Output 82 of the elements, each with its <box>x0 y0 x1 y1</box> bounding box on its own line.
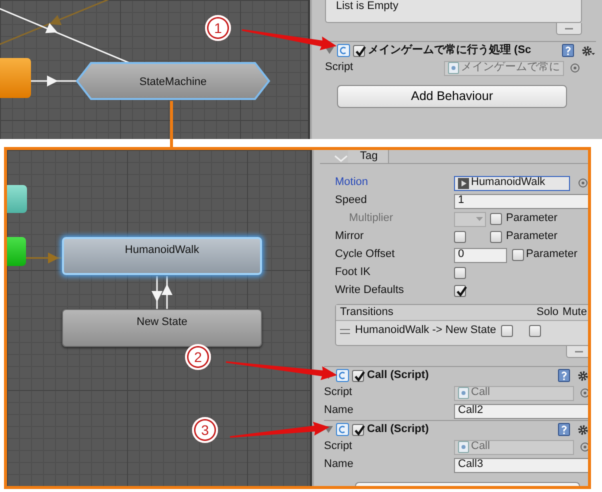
list-header: Transitions <box>340 306 394 320</box>
checkbox[interactable] <box>353 44 365 56</box>
motion-field[interactable]: HumanoidWalk <box>454 176 570 190</box>
field-label: Speed <box>335 194 368 208</box>
help-icon[interactable] <box>558 369 570 382</box>
check-icon <box>354 44 367 58</box>
remove-button[interactable] <box>556 23 582 35</box>
check-icon <box>455 285 468 298</box>
text-field[interactable]: Call3 <box>454 458 588 472</box>
field-label: Mirror <box>335 230 365 244</box>
minus-icon <box>565 28 573 30</box>
state-node[interactable] <box>7 185 27 213</box>
field-label: Motion <box>335 176 370 190</box>
checkbox[interactable] <box>529 325 542 337</box>
script-icon <box>336 369 349 382</box>
field-label: Script <box>325 61 354 75</box>
component-title: メインゲームで常に行う処理 (Sc <box>368 44 532 58</box>
field-label: Foot IK <box>335 266 372 280</box>
checkbox[interactable] <box>454 231 466 243</box>
field-label: Multiplier <box>348 212 394 226</box>
parameter-label: Parameter <box>506 212 558 226</box>
script-file-icon <box>458 387 469 399</box>
checkbox[interactable] <box>454 267 466 279</box>
column-header: Mute <box>562 306 587 320</box>
script-field: メインゲームで常に <box>444 60 564 76</box>
field-label: Name <box>324 404 354 418</box>
transition-arrow[interactable] <box>162 276 172 309</box>
drag-handle-icon[interactable] <box>340 328 350 334</box>
transition-arrow[interactable] <box>152 276 162 309</box>
script-icon <box>337 44 350 57</box>
gear-icon[interactable] <box>581 44 596 56</box>
text-field[interactable]: Call2 <box>454 404 588 418</box>
component-title: Call (Script) <box>367 422 429 436</box>
gear-icon[interactable] <box>577 370 588 382</box>
minus-icon <box>575 350 583 352</box>
transition-name[interactable]: HumanoidWalk -> New State <box>355 324 496 338</box>
object-picker-icon[interactable] <box>580 388 588 398</box>
script-file-icon <box>448 62 459 74</box>
object-picker-icon[interactable] <box>578 178 588 188</box>
empty-list-text: List is Empty <box>336 0 398 12</box>
text-field[interactable]: 1 <box>454 194 588 208</box>
script-file-icon <box>458 441 469 453</box>
field-label: Cycle Offset <box>335 248 396 262</box>
object-picker-icon[interactable] <box>570 63 580 73</box>
transition-arrow[interactable] <box>31 76 78 86</box>
check-icon <box>353 370 366 382</box>
animation-clip-icon <box>458 178 469 188</box>
caret-icon <box>476 217 483 221</box>
field-label: Write Defaults <box>335 284 405 298</box>
help-icon[interactable] <box>562 44 574 57</box>
add-behaviour-button[interactable]: Add Behaviour <box>337 85 567 108</box>
column-header: Solo <box>536 306 559 320</box>
state-node[interactable] <box>7 237 26 266</box>
checkbox[interactable] <box>454 285 466 297</box>
checkbox[interactable] <box>490 231 502 243</box>
checkbox[interactable] <box>501 325 514 337</box>
object-picker-icon[interactable] <box>580 442 588 452</box>
splitter-bar[interactable] <box>308 0 318 139</box>
tag-label: Tag <box>348 150 389 163</box>
checkbox[interactable] <box>352 424 364 436</box>
component-title: Call (Script) <box>367 368 429 382</box>
chevron-icon <box>334 155 348 163</box>
state-node[interactable]: HumanoidWalk <box>62 237 262 275</box>
remove-button[interactable] <box>566 346 588 358</box>
checkbox[interactable] <box>512 249 524 261</box>
checkbox[interactable] <box>352 370 364 382</box>
splitter-bar[interactable] <box>310 150 320 486</box>
parameter-label: Parameter <box>506 230 558 244</box>
field-label: Script <box>324 386 354 400</box>
script-icon <box>336 423 349 436</box>
text-field[interactable]: 0 <box>454 248 507 262</box>
script-field: Call <box>454 386 574 400</box>
check-icon <box>353 424 366 436</box>
field-label: Name <box>324 458 354 472</box>
help-icon[interactable] <box>558 423 570 436</box>
gear-icon[interactable] <box>577 424 588 436</box>
state-node[interactable] <box>0 58 31 98</box>
field-label: Script <box>324 440 354 454</box>
parameter-label: Parameter <box>526 248 578 262</box>
state-machine-node[interactable]: StateMachine <box>75 61 271 101</box>
state-node[interactable]: New State <box>62 309 262 347</box>
script-field: Call <box>454 440 574 454</box>
